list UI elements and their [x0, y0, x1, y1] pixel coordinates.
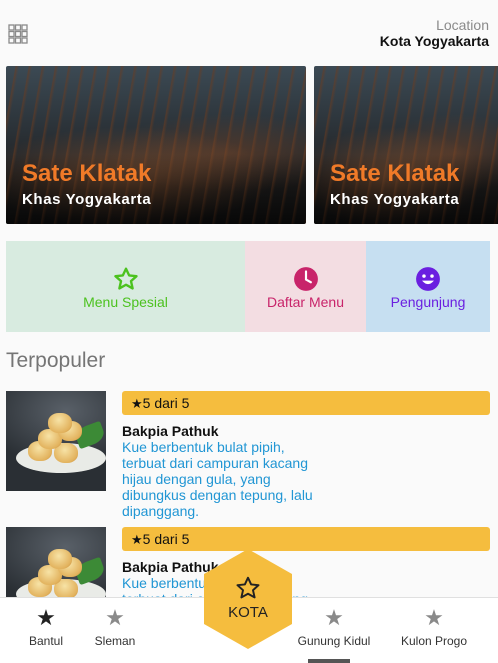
- nav-label: Gunung Kidul: [297, 634, 371, 648]
- rating-text: 5 dari 5: [142, 531, 190, 547]
- banner-card[interactable]: Sate Klatak Khas Yogyakarta: [314, 66, 498, 224]
- star-icon: ★: [105, 605, 125, 630]
- banner-card[interactable]: Sate Klatak Khas Yogyakarta: [6, 66, 306, 224]
- tile-label: Daftar Menu: [266, 294, 345, 310]
- banner-subtitle: Khas Yogyakarta: [22, 191, 152, 208]
- food-name: Bakpia Pathuk: [122, 423, 219, 439]
- nav-label: Bantul: [28, 634, 64, 648]
- banner-title: Sate Klatak: [22, 160, 152, 187]
- nav-item-sleman[interactable]: ★ Sleman: [75, 605, 155, 649]
- rating-badge: ★5 dari 5: [122, 527, 490, 551]
- tile-daftar-menu[interactable]: Daftar Menu: [245, 241, 366, 332]
- star-icon: ★: [131, 396, 143, 411]
- home-indicator: [308, 659, 350, 663]
- grid-icon[interactable]: [8, 24, 28, 44]
- star-icon: ★: [424, 605, 444, 630]
- food-image: [6, 391, 106, 491]
- tile-label: Pengunjung: [390, 294, 466, 310]
- banner-subtitle: Khas Yogyakarta: [330, 191, 460, 208]
- star-icon: ★: [324, 605, 344, 630]
- section-title: Terpopuler: [6, 349, 106, 372]
- star-icon: ★: [36, 605, 56, 630]
- rating-text: 5 dari 5: [142, 395, 190, 411]
- star-outline-icon: [236, 576, 260, 599]
- smiley-icon: [416, 267, 440, 291]
- nav-item-bantul[interactable]: ★ Bantul: [6, 605, 86, 649]
- tile-menu-spesial[interactable]: Menu Spesial: [6, 241, 245, 332]
- rating-badge: ★5 dari 5: [122, 391, 490, 415]
- location-label: Location: [436, 17, 489, 33]
- menu-tiles: Menu Spesial Daftar Menu Pengunjung: [6, 241, 490, 332]
- nav-item-kulon-progo[interactable]: ★ Kulon Progo: [394, 605, 474, 649]
- clock-icon: [293, 267, 318, 291]
- kota-label: KOTA: [228, 604, 268, 621]
- app-screen: Location Kota Yogyakarta Sate Klatak Kha…: [0, 0, 498, 663]
- header: Location Kota Yogyakarta: [0, 0, 498, 62]
- nav-label: Sleman: [94, 634, 136, 648]
- banner-carousel[interactable]: Sate Klatak Khas Yogyakarta Sate Klatak …: [0, 66, 498, 224]
- nav-item-gunung-kidul[interactable]: ★ Gunung Kidul: [294, 605, 374, 649]
- food-description: Kue berbentuk bulat pipih, terbuat dari …: [122, 439, 313, 519]
- nav-label: Kulon Progo: [400, 634, 468, 648]
- star-icon: ★: [131, 532, 143, 547]
- banner-title: Sate Klatak: [330, 160, 460, 187]
- food-name: Bakpia Pathuk: [122, 559, 219, 575]
- tile-pengunjung[interactable]: Pengunjung: [366, 241, 490, 332]
- star-outline-icon: [113, 267, 138, 290]
- tile-label: Menu Spesial: [83, 294, 168, 310]
- location-value[interactable]: Kota Yogyakarta: [380, 33, 489, 49]
